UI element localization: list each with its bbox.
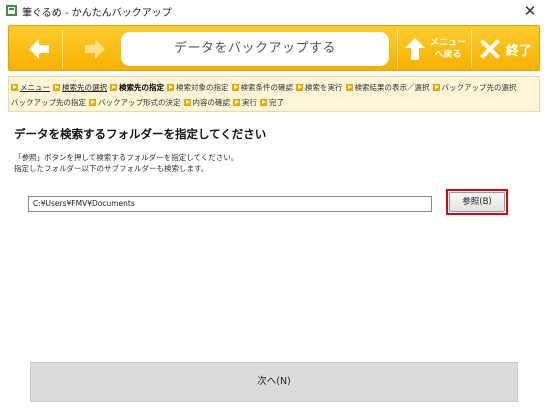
breadcrumb-row-1: メニュー 検索先の選択 検索先の指定 検索対象の指定 検索条件の確認 検索を実行… xyxy=(11,80,520,94)
arrow-marker-icon xyxy=(296,83,303,91)
window-title: 筆ぐるめ - かんたんバックアップ xyxy=(22,8,172,19)
page-heading: データを検索するフォルダーを指定してください xyxy=(14,127,267,141)
app-window: 筆ぐるめ - かんたんバックアップ ✕ データをバックアップする メニュー へ戻… xyxy=(0,0,548,418)
instruction-text: 「参照」ボタンを押して検索するフォルダーを指定してください。 指定したフォルダー… xyxy=(14,152,238,174)
next-button[interactable]: 次へ(N) xyxy=(30,362,518,402)
browse-button[interactable]: 参照(B) xyxy=(449,192,505,212)
forward-button xyxy=(67,30,119,68)
back-button[interactable] xyxy=(15,30,63,68)
exit-button[interactable]: 終了 xyxy=(471,30,535,68)
breadcrumb-item-backup-format: バックアップ形式の決定 xyxy=(89,97,181,108)
toolbar: データをバックアップする メニュー へ戻る 終了 xyxy=(8,25,540,71)
arrow-marker-icon xyxy=(260,98,267,106)
menu-label-line2: へ戻る xyxy=(434,50,462,60)
arrow-marker-icon xyxy=(11,83,18,91)
arrow-marker-icon xyxy=(53,83,60,91)
breadcrumb-item-search-source-specify: 検索先の指定 xyxy=(110,82,164,93)
arrow-marker-icon xyxy=(345,83,353,91)
breadcrumb-item-run-search: 検索を実行 xyxy=(296,82,343,93)
arrow-marker-icon xyxy=(89,98,96,106)
breadcrumb-item-search-results: 検索結果の表示／選択 xyxy=(345,82,430,93)
menu-label-line1: メニュー xyxy=(429,38,466,48)
arrow-left-icon xyxy=(29,39,49,59)
app-icon xyxy=(6,5,17,16)
title-bar: 筆ぐるめ - かんたんバックアップ ✕ xyxy=(0,0,548,22)
arrow-right-icon xyxy=(85,39,105,59)
instruction-line-1: 「参照」ボタンを押して検索するフォルダーを指定してください。 xyxy=(14,153,239,162)
breadcrumb-item-execute: 実行 xyxy=(233,97,257,108)
breadcrumb-item-search-target: 検索対象の指定 xyxy=(167,82,229,93)
breadcrumb-item-confirm: 内容の確認 xyxy=(183,97,230,108)
breadcrumb-item-search-source-select[interactable]: 検索先の選択 xyxy=(53,82,107,93)
folder-path-input[interactable]: C:¥Users¥FMV¥Documents xyxy=(28,196,432,212)
arrow-marker-icon xyxy=(110,83,117,91)
breadcrumb-row-2: バックアップ先の指定 バックアップ形式の決定 内容の確認 実行 完了 xyxy=(11,95,287,109)
close-icon xyxy=(480,39,500,59)
step-breadcrumb: メニュー 検索先の選択 検索先の指定 検索対象の指定 検索条件の確認 検索を実行… xyxy=(8,76,540,112)
arrow-up-icon xyxy=(405,38,425,60)
arrow-marker-icon xyxy=(183,98,191,106)
window-close-button[interactable]: ✕ xyxy=(516,0,544,22)
arrow-marker-icon xyxy=(233,98,240,106)
instruction-line-2: 指定したフォルダー以下のサブフォルダーも検索します。 xyxy=(14,164,209,173)
breadcrumb-item-backup-dest-select: バックアップ先の選択 xyxy=(432,82,517,93)
arrow-marker-icon xyxy=(231,83,239,91)
arrow-marker-icon xyxy=(432,83,440,91)
breadcrumb-item-search-condition: 検索条件の確認 xyxy=(231,82,293,93)
arrow-marker-icon xyxy=(167,83,174,91)
exit-label: 終了 xyxy=(506,44,533,59)
breadcrumb-item-done: 完了 xyxy=(260,97,284,108)
breadcrumb-item-backup-dest-specify: バックアップ先の指定 xyxy=(11,97,86,107)
breadcrumb-item-menu[interactable]: メニュー xyxy=(11,82,50,93)
return-to-menu-button[interactable]: メニュー へ戻る xyxy=(397,30,467,68)
toolbar-title: データをバックアップする xyxy=(121,32,389,66)
